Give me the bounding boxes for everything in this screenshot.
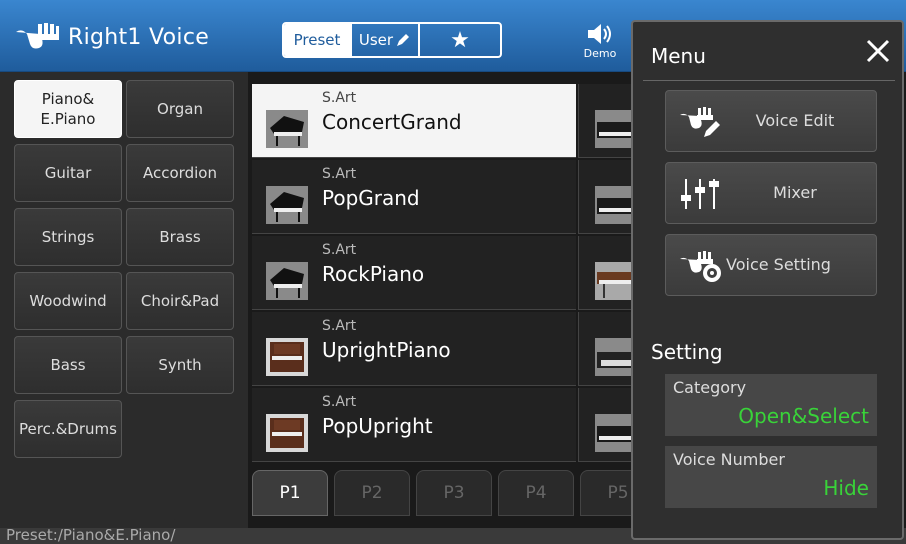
voice-item-popupright[interactable]: S.Art PopUpright xyxy=(252,388,576,462)
voice-item-popgrand[interactable]: S.Art PopGrand xyxy=(252,160,576,234)
voice-name: PopUpright xyxy=(322,414,433,438)
setting-heading: Setting xyxy=(651,340,723,364)
upright-piano-icon xyxy=(266,338,308,376)
category-organ[interactable]: Organ xyxy=(126,80,234,138)
tab-user[interactable]: User xyxy=(352,24,420,56)
category-choir-pad[interactable]: Choir&Pad xyxy=(126,272,234,330)
grand-piano-icon xyxy=(266,186,308,224)
grand-piano-icon xyxy=(266,262,308,300)
category-guitar[interactable]: Guitar xyxy=(14,144,122,202)
category-piano[interactable]: Piano& E.Piano xyxy=(14,80,122,138)
mixer-label: Mixer xyxy=(773,183,817,202)
category-setting[interactable]: Category Open&Select xyxy=(665,374,877,436)
menu-panel: Menu Voice Edit Mixer Voice Setting Sett… xyxy=(631,20,904,540)
voice-item-col2-2[interactable] xyxy=(578,160,639,234)
voice-item-col2-1[interactable] xyxy=(578,84,639,158)
voice-sub: S.Art xyxy=(322,394,357,410)
voice-name: PopGrand xyxy=(322,186,420,210)
voice-setting-icon xyxy=(680,251,721,282)
demo-label: Demo xyxy=(583,47,617,60)
category-synth[interactable]: Synth xyxy=(126,336,234,394)
menu-divider xyxy=(643,80,895,81)
upright-piano-icon xyxy=(266,414,308,452)
voice-hands-icon xyxy=(16,23,59,49)
demo-button[interactable]: Demo xyxy=(574,22,626,68)
category-bass[interactable]: Bass xyxy=(14,336,122,394)
voice-item-col2-4[interactable] xyxy=(578,312,639,386)
category-strings[interactable]: Strings xyxy=(14,208,122,266)
voice-name: RockPiano xyxy=(322,262,425,286)
bank-selector: Preset User ★ xyxy=(282,22,502,58)
tab-user-label: User xyxy=(358,31,394,49)
voice-edit-label: Voice Edit xyxy=(755,111,835,130)
voice-number-label: Voice Number xyxy=(673,450,785,469)
current-path: Preset:/Piano&E.Piano/ xyxy=(6,526,176,544)
grand-piano-icon xyxy=(266,110,308,148)
tab-favorite[interactable]: ★ xyxy=(420,24,500,56)
close-icon[interactable] xyxy=(863,36,893,66)
voice-name: UprightPiano xyxy=(322,338,451,362)
page-tabs: P1 P2 P3 P4 P5 xyxy=(248,470,656,518)
voice-sub: S.Art xyxy=(322,318,357,334)
category-brass[interactable]: Brass xyxy=(126,208,234,266)
voice-item-col2-5[interactable] xyxy=(578,388,639,462)
category-panel: Piano& E.Piano Organ Guitar Accordion St… xyxy=(0,72,248,528)
voice-title[interactable]: Right1 Voice xyxy=(14,22,209,52)
voice-item-rockpiano[interactable]: S.Art RockPiano xyxy=(252,236,576,310)
voice-setting-button[interactable]: Voice Setting xyxy=(665,234,877,296)
tab-p2[interactable]: P2 xyxy=(334,470,410,516)
pencil-icon xyxy=(397,34,410,46)
menu-title: Menu xyxy=(651,44,706,68)
voice-sub: S.Art xyxy=(322,166,357,182)
category-setting-label: Category xyxy=(673,378,747,397)
voice-item-uprightpiano[interactable]: S.Art UprightPiano xyxy=(252,312,576,386)
voice-setting-label: Voice Setting xyxy=(726,255,831,274)
voice-edit-button[interactable]: Voice Edit xyxy=(665,90,877,152)
voice-sub: S.Art xyxy=(322,90,357,106)
category-perc-drums[interactable]: Perc.&Drums xyxy=(14,400,122,458)
speaker-icon xyxy=(588,24,611,44)
page-title: Right1 Voice xyxy=(68,24,210,50)
voice-item-concertgrand[interactable]: S.Art ConcertGrand xyxy=(252,84,576,158)
mixer-icon xyxy=(681,179,719,209)
voice-number-setting[interactable]: Voice Number Hide xyxy=(665,446,877,508)
voice-edit-icon xyxy=(680,107,720,137)
category-woodwind[interactable]: Woodwind xyxy=(14,272,122,330)
voice-number-value: Hide xyxy=(823,476,869,500)
voice-name: ConcertGrand xyxy=(322,110,462,134)
voice-item-col2-3[interactable] xyxy=(578,236,639,310)
voice-sub: S.Art xyxy=(322,242,357,258)
tab-p4[interactable]: P4 xyxy=(498,470,574,516)
mixer-button[interactable]: Mixer xyxy=(665,162,877,224)
category-setting-value: Open&Select xyxy=(738,404,869,428)
tab-p1[interactable]: P1 xyxy=(252,470,328,516)
category-accordion[interactable]: Accordion xyxy=(126,144,234,202)
tab-p3[interactable]: P3 xyxy=(416,470,492,516)
tab-preset[interactable]: Preset xyxy=(284,24,352,56)
